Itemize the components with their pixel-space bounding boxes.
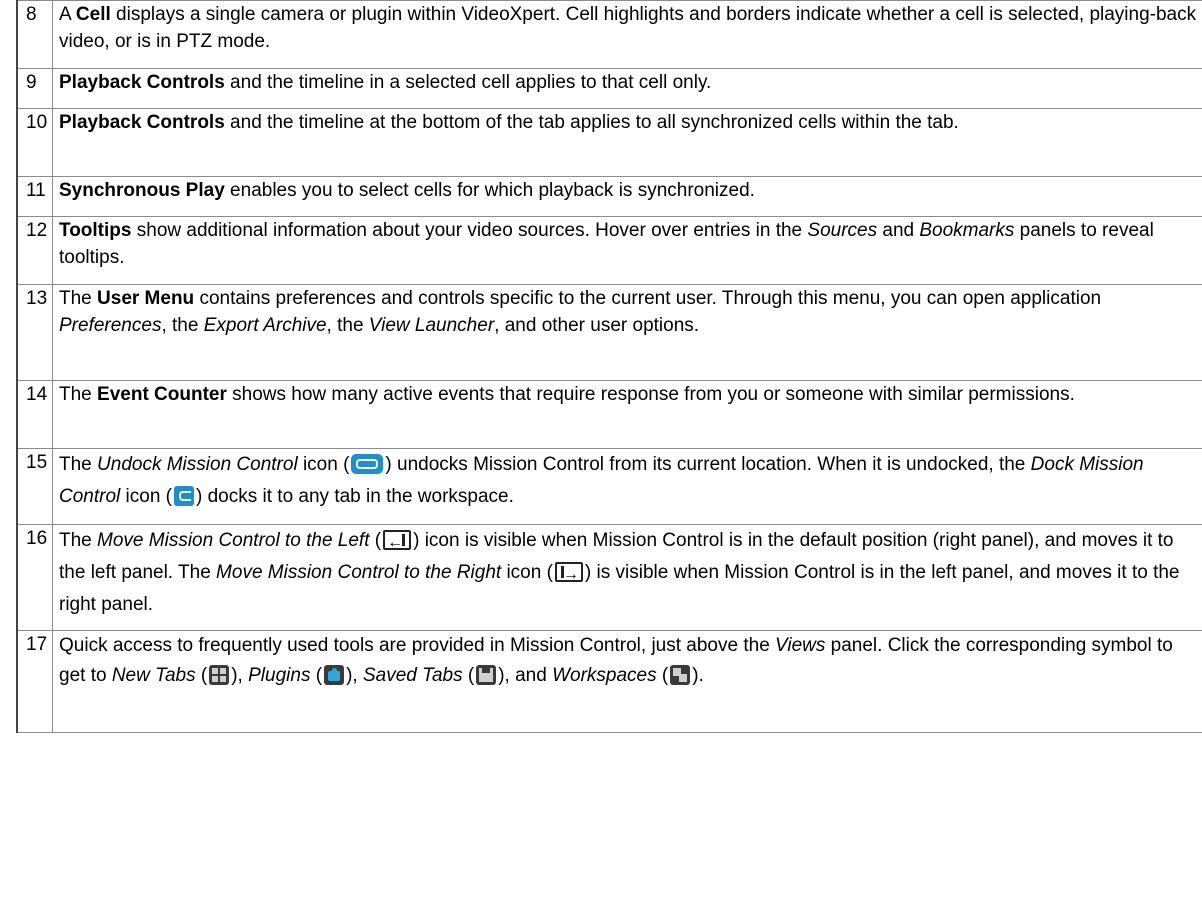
table-row: 16 The Move Mission Control to the Left … <box>16 524 1202 631</box>
row-description: Quick access to frequently used tools ar… <box>52 630 1202 733</box>
table-row: 9 Playback Controls and the timeline in … <box>16 68 1202 109</box>
row-number: 10 <box>16 108 53 177</box>
row-number: 12 <box>16 216 53 285</box>
row-description: Synchronous Play enables you to select c… <box>52 176 1202 217</box>
row-number: 8 <box>16 0 53 69</box>
row-description: The Event Counter shows how many active … <box>52 380 1202 449</box>
row-description: The Undock Mission Control icon () undoc… <box>52 448 1202 525</box>
dock-mission-control-icon <box>174 486 194 506</box>
row-description: The Move Mission Control to the Left () … <box>52 524 1202 631</box>
new-tabs-icon <box>209 665 230 685</box>
table-row: 15 The Undock Mission Control icon () un… <box>16 448 1202 525</box>
row-number: 17 <box>16 630 53 733</box>
row-description: Playback Controls and the timeline at th… <box>52 108 1202 177</box>
workspaces-icon <box>670 665 691 685</box>
info-table: 8 A Cell displays a single camera or plu… <box>16 0 1202 733</box>
row-number: 15 <box>16 448 53 525</box>
table-row: 12 Tooltips show additional information … <box>16 216 1202 285</box>
table-row: 14 The Event Counter shows how many acti… <box>16 380 1202 449</box>
row-number: 16 <box>16 524 53 631</box>
row-description: Tooltips show additional information abo… <box>52 216 1202 285</box>
plugins-icon <box>324 665 345 685</box>
row-description: The User Menu contains preferences and c… <box>52 284 1202 381</box>
move-right-icon <box>554 559 583 591</box>
move-left-icon <box>383 527 412 559</box>
table-row: 13 The User Menu contains preferences an… <box>16 284 1202 381</box>
row-number: 9 <box>16 68 53 109</box>
row-description: A Cell displays a single camera or plugi… <box>52 0 1202 69</box>
saved-tabs-icon <box>476 665 497 685</box>
row-description: Playback Controls and the timeline in a … <box>52 68 1202 109</box>
row-number: 11 <box>16 176 53 217</box>
row-number: 14 <box>16 380 53 449</box>
table-row: 17 Quick access to frequently used tools… <box>16 630 1202 733</box>
table-row: 11 Synchronous Play enables you to selec… <box>16 176 1202 217</box>
undock-mission-control-icon <box>351 454 384 474</box>
table-row: 10 Playback Controls and the timeline at… <box>16 108 1202 177</box>
row-number: 13 <box>16 284 53 381</box>
table-row: 8 A Cell displays a single camera or plu… <box>16 0 1202 69</box>
